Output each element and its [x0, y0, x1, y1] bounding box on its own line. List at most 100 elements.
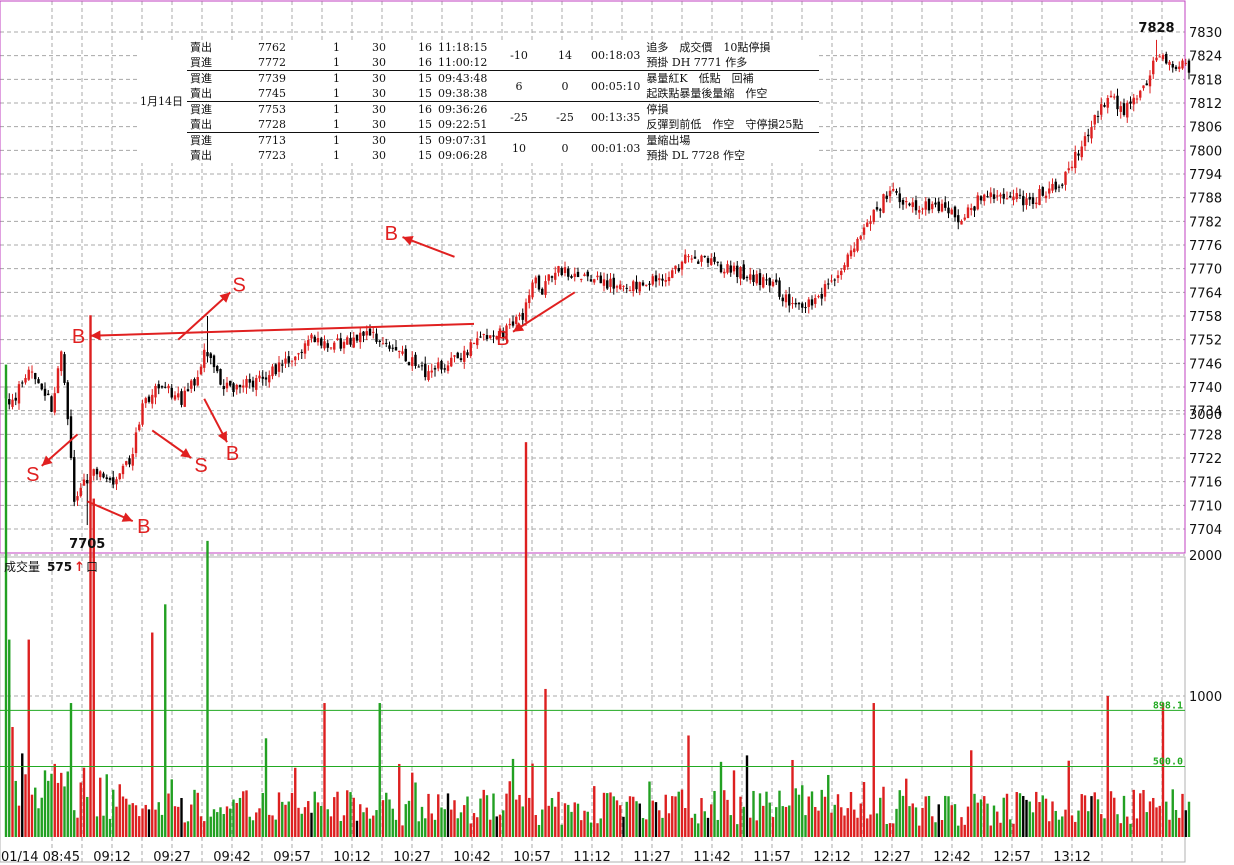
volume-bar — [960, 817, 963, 837]
volume-bar — [349, 792, 352, 837]
candle-body — [528, 295, 531, 303]
volume-bar — [199, 816, 203, 837]
volume-bar — [1145, 812, 1148, 837]
trade-side: 買進 — [190, 56, 212, 69]
trade-hold: 00:05:10 — [588, 70, 644, 102]
candle-body — [1067, 168, 1070, 171]
volume-bar — [1184, 810, 1187, 837]
volume-bar — [82, 767, 86, 837]
candle-body — [632, 281, 635, 292]
candle-body — [804, 307, 807, 309]
volume-bar — [1051, 801, 1054, 837]
candle-body — [719, 264, 723, 273]
volume-bar — [102, 815, 105, 837]
y-tick-label: 7758 — [1189, 310, 1222, 325]
volume-bar — [989, 825, 992, 837]
trade-log-table: 1月14日 賣出 7762 1 30 16 11:18:15 -10 14 00:18:03 追多 … — [137, 40, 820, 163]
candle-body — [768, 278, 771, 286]
volume-bar — [944, 795, 947, 837]
volume-bar — [21, 753, 24, 837]
volume-bar — [37, 808, 40, 837]
volume-bar — [372, 815, 375, 837]
candle-body — [206, 352, 209, 357]
candle-body — [947, 207, 950, 214]
candle-body — [940, 203, 944, 212]
candle-body — [443, 368, 446, 370]
trade-count: 15 — [389, 70, 435, 86]
volume-bar — [931, 816, 934, 837]
volume-bar — [606, 793, 609, 837]
volume-bar — [856, 817, 859, 837]
candle-body — [996, 195, 999, 197]
volume-bar — [79, 782, 82, 837]
candle-body — [284, 358, 287, 364]
volume-bar — [14, 780, 17, 837]
candle-body — [1165, 53, 1168, 64]
candle-body — [108, 478, 112, 480]
trade-mult: 30 — [343, 70, 389, 86]
candle-body — [684, 254, 687, 264]
volume-bar — [849, 792, 853, 837]
candle-body — [619, 284, 622, 290]
candle-body — [1109, 95, 1113, 98]
candle-body — [277, 362, 281, 372]
volume-bar — [1158, 805, 1161, 837]
volume-bar — [53, 763, 56, 837]
volume-bar — [134, 805, 138, 837]
candle-body — [680, 261, 684, 270]
trade-qty: 1 — [289, 101, 343, 117]
candle-body — [105, 477, 108, 479]
volume-bar — [1025, 799, 1028, 837]
candle-body — [401, 351, 404, 354]
volume-bar — [157, 802, 160, 837]
volume-bar — [973, 793, 976, 837]
volume-bar — [489, 819, 492, 837]
volume-bar — [8, 639, 11, 837]
candle-body — [778, 280, 781, 297]
volume-bar — [875, 813, 879, 837]
volume-bar — [687, 735, 690, 837]
x-tick-label: 11:57 — [753, 850, 790, 865]
volume-bar — [1031, 812, 1035, 837]
x-tick-label: 09:12 — [93, 850, 130, 865]
volume-bar — [1119, 823, 1122, 837]
candle-body — [1025, 198, 1028, 205]
volume-bar — [463, 805, 466, 837]
volume-bar — [339, 821, 342, 837]
candle-body — [970, 208, 973, 211]
volume-bar — [212, 809, 216, 837]
volume-bar — [47, 780, 50, 837]
candle-body — [173, 395, 177, 400]
x-tick-label: 11:42 — [693, 850, 730, 865]
trade-time: 09:06:28 — [438, 149, 488, 162]
volume-bar — [121, 796, 125, 837]
volume-bar — [131, 803, 134, 837]
y-tick-label: 7794 — [1189, 168, 1222, 183]
candle-body — [700, 255, 703, 262]
trade-side: 買進 — [187, 132, 253, 148]
volume-bar — [355, 820, 359, 837]
candle-body — [466, 352, 469, 356]
trade-note: 停損 — [643, 101, 820, 117]
volume-bar — [521, 806, 524, 837]
trade-points: 6 — [496, 70, 542, 102]
candle-body — [830, 280, 833, 282]
candle-body — [245, 378, 248, 388]
candle-body — [1171, 63, 1174, 68]
volume-bar — [758, 793, 762, 837]
trade-hold: 00:01:03 — [588, 132, 644, 163]
candle-body — [1181, 60, 1184, 69]
y-tick-label: 7782 — [1189, 215, 1222, 230]
candle-body — [573, 273, 576, 277]
trade-arrow-b: B — [86, 500, 150, 538]
volume-bar — [927, 795, 931, 837]
trade-price: 7772 — [258, 56, 286, 69]
candle-body — [612, 277, 615, 289]
candle-body — [333, 342, 336, 350]
candle-body — [287, 356, 290, 363]
volume-bar — [677, 791, 680, 837]
candle-body — [453, 355, 456, 357]
candle-body — [359, 332, 362, 343]
candle-body — [469, 342, 472, 357]
candle-body — [983, 194, 986, 202]
